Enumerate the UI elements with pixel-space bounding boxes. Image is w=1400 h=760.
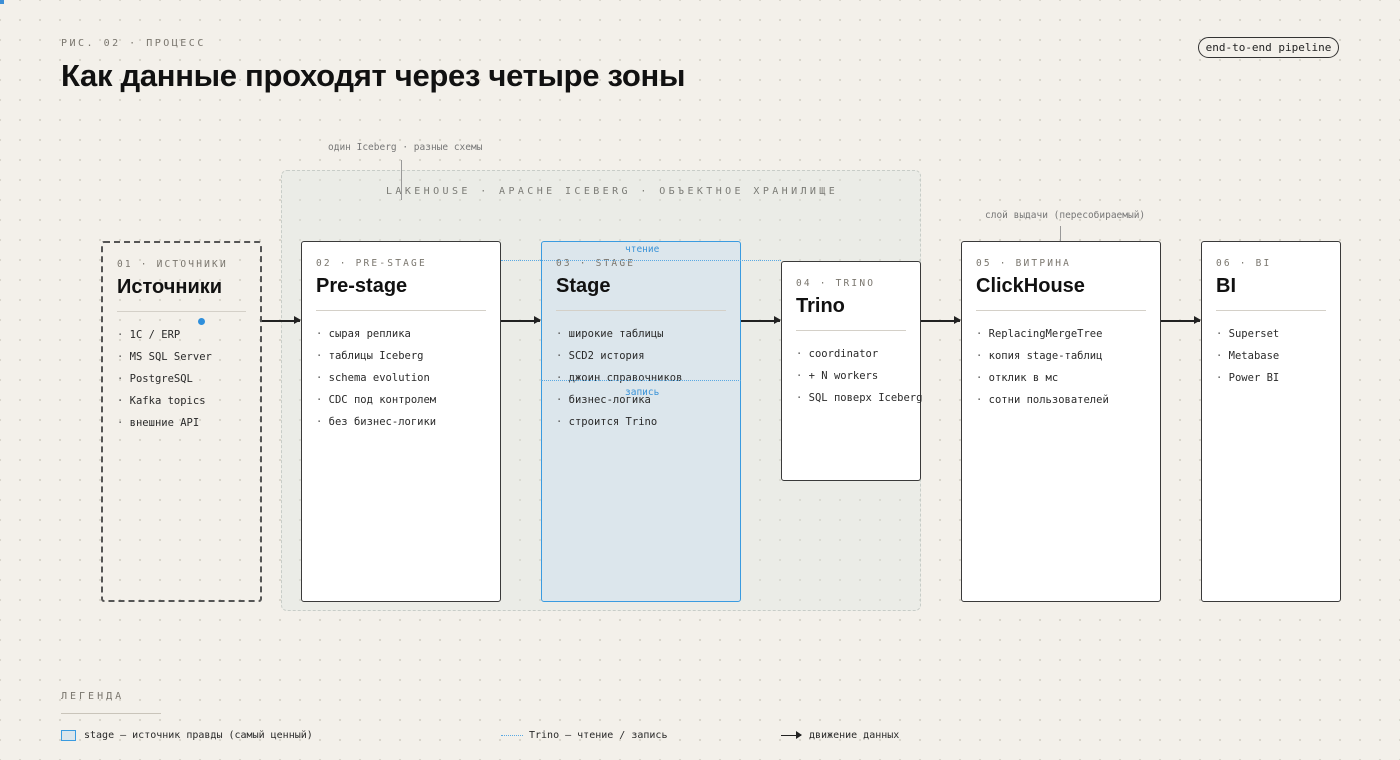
zone-items: ReplacingMergeTree копия stage-таблиц от…: [976, 323, 1146, 411]
zone-items: 1С / ERP MS SQL Server PostgreSQL Kafka …: [117, 324, 246, 434]
list-item: CDC под контролем: [316, 389, 486, 411]
lakehouse-note: один Iceberg · разные схемы: [328, 142, 483, 153]
legend-flow-label: движение данных: [809, 730, 900, 741]
zone-title: ClickHouse: [976, 275, 1146, 311]
zone-stage[interactable]: 03 · STAGE Stage широкие таблицы SCD2 ис…: [541, 241, 741, 602]
zone-items: Superset Metabase Power BI: [1216, 323, 1326, 389]
zone-pre-stage[interactable]: 02 · PRE-STAGE Pre-stage сырая реплика т…: [301, 241, 501, 602]
zone-items: широкие таблицы SCD2 история джоин справ…: [556, 323, 726, 433]
list-item: MS SQL Server: [117, 346, 246, 368]
list-item: внешние API: [117, 412, 246, 434]
arrow-right-icon: [781, 732, 802, 739]
dotted-line-icon: [501, 735, 523, 736]
zone-code: 02 · PRE-STAGE: [316, 258, 427, 269]
zone-title: Trino: [796, 295, 906, 331]
list-item: ReplacingMergeTree: [976, 323, 1146, 345]
flow-arrow-trino-clickhouse: [921, 317, 961, 323]
legend-stage: stage — источник правды (самый ценный): [61, 730, 313, 741]
trino-write-line: [541, 380, 741, 381]
list-item: без бизнес-логики: [316, 411, 486, 433]
legend-flow: движение данных: [781, 730, 899, 741]
pipeline-badge: end-to-end pipeline: [1198, 37, 1339, 58]
trino-read-label: чтение: [625, 244, 660, 255]
legend-trino-label: Trino — чтение / запись: [529, 730, 668, 741]
zone-code: 05 · ВИТРИНА: [976, 258, 1072, 269]
trino-write-label: запись: [625, 387, 660, 398]
serving-layer-tick: [1060, 226, 1061, 241]
zone-sources[interactable]: 01 · ИСТОЧНИКИ Источники 1С / ERP MS SQL…: [101, 241, 262, 602]
zone-title: Stage: [556, 275, 726, 311]
list-item: сотни пользователей: [976, 389, 1146, 411]
flow-arrow-clickhouse-bi: [1161, 317, 1201, 323]
legend-title: ЛЕГЕНДА: [61, 691, 125, 702]
page-title: Как данные проходят через четыре зоны: [61, 58, 686, 93]
list-item: строится Trino: [556, 411, 726, 433]
list-item: PostgreSQL: [117, 368, 246, 390]
flow-arrow-sources-prestage: [262, 317, 301, 323]
zone-code: 04 · TRINO: [796, 278, 876, 289]
list-item: Kafka topics: [117, 390, 246, 412]
list-item: сырая реплика: [316, 323, 486, 345]
legend-stage-label: stage — источник правды (самый ценный): [84, 730, 313, 741]
list-item: Superset: [1216, 323, 1326, 345]
zone-bi[interactable]: 06 · BI BI Superset Metabase Power BI: [1201, 241, 1341, 602]
zone-title: Источники: [117, 276, 246, 312]
serving-layer-note: слой выдачи (пересобираемый): [985, 210, 1146, 221]
zone-code: 01 · ИСТОЧНИКИ: [117, 259, 228, 270]
source-marker-dot: [198, 318, 205, 325]
flow-arrow-prestage-stage: [501, 317, 541, 323]
list-item: широкие таблицы: [556, 323, 726, 345]
figure-label: РИС. 02 · ПРОЦЕСС: [61, 38, 206, 49]
list-item: отклик в мс: [976, 367, 1146, 389]
lakehouse-label: LAKEHOUSE · APACHE ICEBERG · ОБЪЕКТНОЕ Х…: [386, 186, 839, 197]
list-item: джоин справочников: [556, 367, 726, 389]
list-item: + N workers: [796, 365, 906, 387]
list-item: 1С / ERP: [117, 324, 246, 346]
list-item: SCD2 история: [556, 345, 726, 367]
list-item: Power BI: [1216, 367, 1326, 389]
flow-arrow-stage-trino: [741, 317, 781, 323]
zone-items: сырая реплика таблицы Iceberg schema evo…: [316, 323, 486, 433]
legend-divider: [61, 713, 161, 714]
list-item: schema evolution: [316, 367, 486, 389]
list-item: coordinator: [796, 343, 906, 365]
list-item: таблицы Iceberg: [316, 345, 486, 367]
trino-read-line: [501, 260, 781, 261]
zone-clickhouse[interactable]: 05 · ВИТРИНА ClickHouse ReplacingMergeTr…: [961, 241, 1161, 602]
zone-title: BI: [1216, 275, 1326, 311]
corner-marker: [0, 0, 4, 4]
zone-code: 06 · BI: [1216, 258, 1272, 269]
zone-title: Pre-stage: [316, 275, 486, 311]
list-item: копия stage-таблиц: [976, 345, 1146, 367]
stage-swatch-icon: [61, 730, 76, 741]
zone-items: coordinator + N workers SQL поверх Icebe…: [796, 343, 923, 409]
legend-trino: Trino — чтение / запись: [501, 730, 667, 741]
list-item: Metabase: [1216, 345, 1326, 367]
zone-trino[interactable]: 04 · TRINO Trino coordinator + N workers…: [781, 261, 923, 481]
list-item: SQL поверх Iceberg: [796, 387, 923, 409]
